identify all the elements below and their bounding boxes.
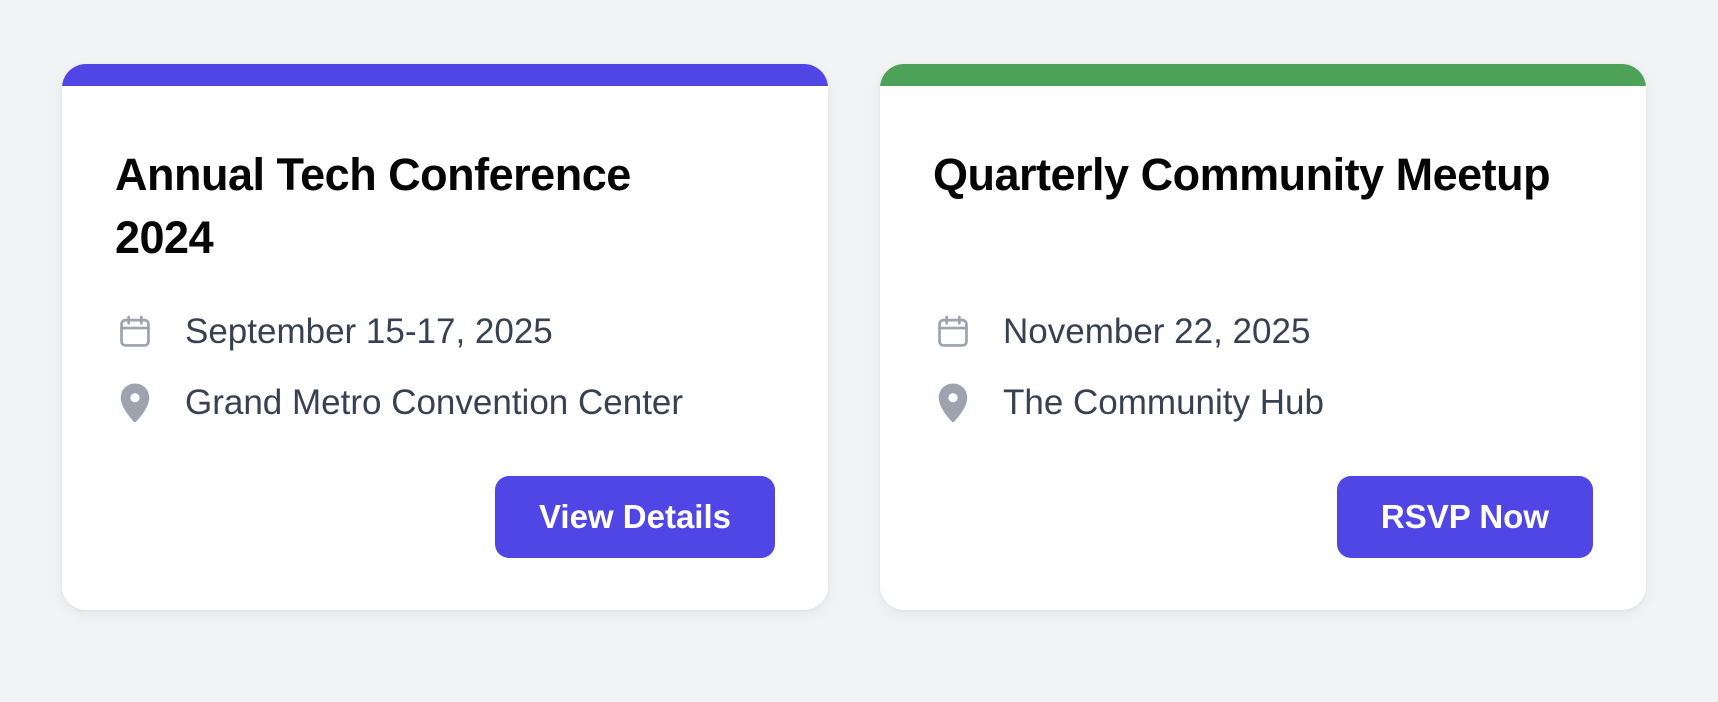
map-pin-icon [115,381,155,425]
event-date: November 22, 2025 [1003,312,1311,351]
event-location: The Community Hub [1003,383,1324,422]
event-card: Quarterly Community Meetup November 22, … [880,64,1646,610]
map-pin-icon [933,381,973,425]
card-accent-bar [62,64,828,86]
view-details-button[interactable]: View Details [495,476,775,558]
event-card: Annual Tech Conference 2024 September 15… [62,64,828,610]
rsvp-now-button[interactable]: RSVP Now [1336,476,1593,558]
event-title: Annual Tech Conference 2024 [115,149,631,263]
card-accent-bar [880,64,1646,86]
event-location: Grand Metro Convention Center [185,383,684,422]
event-date: September 15-17, 2025 [185,312,553,351]
calendar-icon [933,310,973,354]
event-title: Quarterly Community Meetup [933,149,1551,200]
calendar-icon [115,310,155,354]
event-date-row: September 15-17, 2025 [115,308,553,356]
event-location-row: Grand Metro Convention Center [115,379,683,427]
event-location-row: The Community Hub [933,379,1324,427]
event-date-row: November 22, 2025 [933,308,1310,356]
